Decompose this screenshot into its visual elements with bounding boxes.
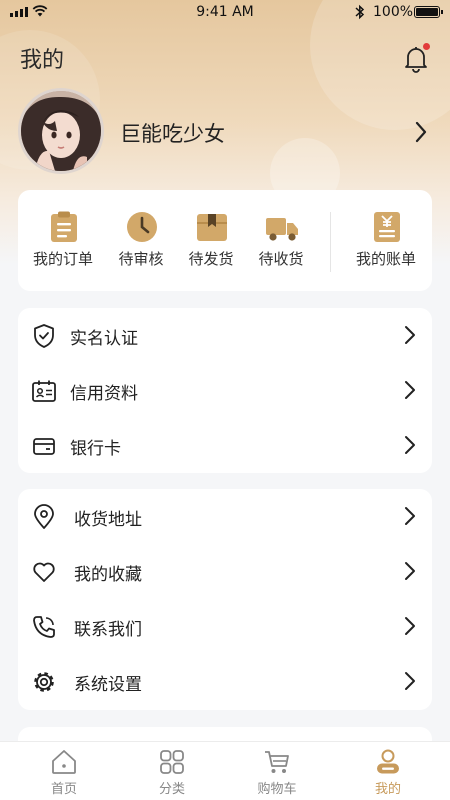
- menu-item-label: 我的收藏: [74, 565, 142, 585]
- order-to-receive[interactable]: 待收货: [244, 190, 318, 291]
- menu-item-label: 银行卡: [70, 439, 121, 459]
- page-title: 我的: [20, 48, 65, 73]
- tab-home[interactable]: 首页: [19, 742, 109, 800]
- tab-cart[interactable]: 购物车: [232, 742, 322, 800]
- chevron-right-icon: [405, 381, 415, 399]
- notification-bell-icon[interactable]: [400, 42, 432, 74]
- avatar-illustration: [21, 91, 101, 171]
- chevron-right-icon: [405, 507, 415, 525]
- battery-icon: [414, 6, 443, 18]
- id-card-icon: [32, 380, 56, 402]
- bill-icon: [374, 212, 400, 242]
- chevron-right-icon: [405, 436, 415, 454]
- menu-item-settings[interactable]: 系统设置: [18, 654, 432, 709]
- notification-dot: [423, 43, 430, 50]
- menu-item-label: 信用资料: [70, 384, 138, 404]
- menu-item-label: 系统设置: [74, 675, 142, 695]
- chevron-right-icon: [405, 672, 415, 690]
- verification-section: 实名认证 信用资料 银行卡: [18, 308, 432, 473]
- battery-percent: 100%: [373, 4, 414, 20]
- home-icon: [52, 750, 76, 774]
- settings-section: 收货地址 我的收藏 联系我们 系统设置: [18, 489, 432, 710]
- orders-card: 我的订单 待审核 待发货 待收货 我的账单: [18, 190, 432, 291]
- menu-item-credit-info[interactable]: 信用资料: [18, 363, 432, 418]
- user-icon: [377, 749, 399, 774]
- chevron-right-icon: [405, 326, 415, 344]
- category-icon: [160, 750, 184, 774]
- orders-divider: [330, 212, 331, 272]
- order-label: 待收货: [258, 250, 304, 268]
- chevron-right-icon: [405, 617, 415, 635]
- tab-category[interactable]: 分类: [127, 742, 217, 800]
- username[interactable]: 巨能吃少女: [120, 118, 225, 148]
- order-my-bills[interactable]: 我的账单: [349, 190, 423, 291]
- menu-item-favorites[interactable]: 我的收藏: [18, 544, 432, 599]
- order-my-orders[interactable]: 我的订单: [26, 190, 100, 291]
- truck-icon: [266, 218, 298, 241]
- menu-item-label: 收货地址: [74, 510, 142, 530]
- chevron-right-icon: [405, 562, 415, 580]
- card-icon: [33, 438, 55, 455]
- package-icon: [197, 214, 227, 241]
- tab-label: 我的: [374, 782, 401, 797]
- bottom-tab-bar: 首页 分类 购物车 我的: [0, 741, 450, 800]
- bluetooth-icon: [355, 4, 365, 20]
- menu-item-real-name[interactable]: 实名认证: [18, 308, 432, 363]
- menu-item-label: 联系我们: [74, 620, 142, 640]
- menu-item-label: 实名认证: [70, 329, 138, 349]
- location-icon: [34, 504, 54, 529]
- settings-icon: [34, 672, 54, 692]
- menu-item-bank-card[interactable]: 银行卡: [18, 418, 432, 473]
- tab-label: 购物车: [257, 782, 297, 797]
- order-label: 我的订单: [32, 250, 93, 268]
- status-bar: 9:41 AM 100%: [0, 0, 450, 24]
- menu-item-address[interactable]: 收货地址: [18, 489, 432, 544]
- cart-icon: [265, 751, 289, 773]
- heart-icon: [33, 562, 55, 582]
- menu-item-contact[interactable]: 联系我们: [18, 599, 432, 654]
- profile-chevron-right-icon[interactable]: [414, 120, 428, 144]
- phone-icon: [33, 616, 55, 638]
- order-label: 我的账单: [355, 250, 416, 268]
- order-pending-review[interactable]: 待审核: [104, 190, 178, 291]
- tab-label: 首页: [50, 782, 77, 797]
- clipboard-icon: [51, 211, 77, 242]
- avatar[interactable]: [18, 88, 104, 174]
- order-to-ship[interactable]: 待发货: [174, 190, 248, 291]
- shield-check-icon: [34, 324, 54, 348]
- clock-icon: [127, 212, 157, 242]
- tab-label: 分类: [158, 782, 185, 797]
- tab-mine[interactable]: 我的: [343, 742, 433, 800]
